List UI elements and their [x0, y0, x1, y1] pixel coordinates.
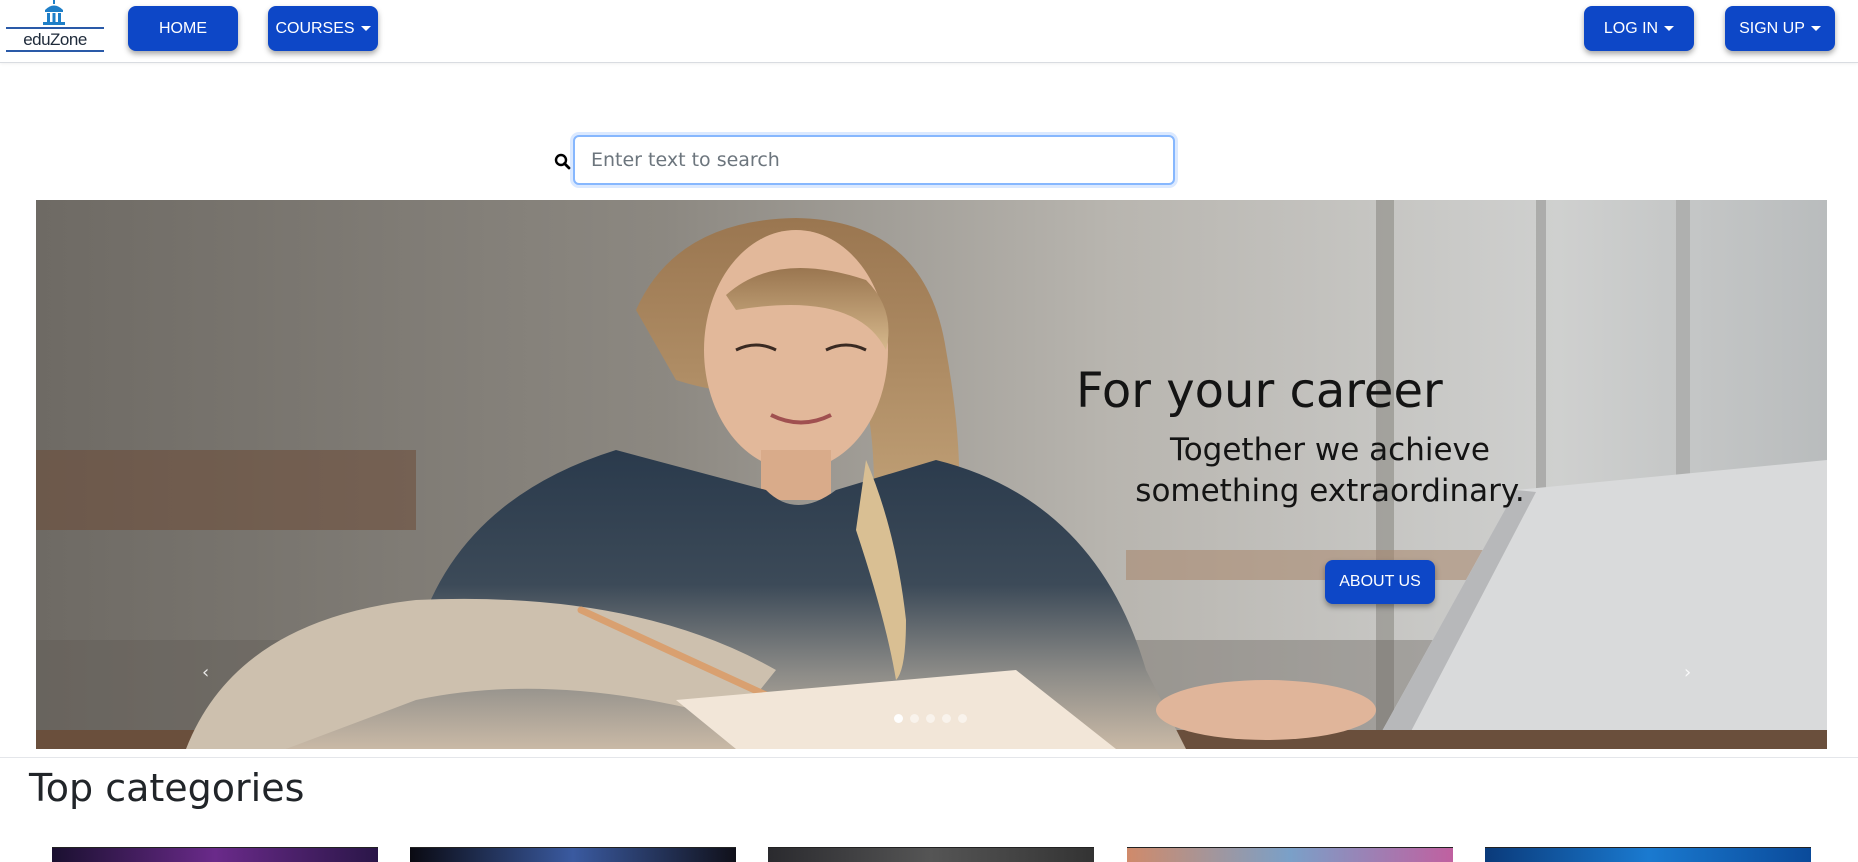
- carousel-indicator[interactable]: [958, 714, 967, 723]
- search-input[interactable]: [573, 135, 1175, 185]
- signup-button-label: SIGN UP: [1739, 19, 1805, 37]
- hero-title: For your career: [1076, 363, 1443, 419]
- hero-subtitle-line1: Together we achieve: [1170, 432, 1490, 468]
- chevron-right-icon: ›: [1684, 662, 1692, 683]
- category-card[interactable]: [410, 847, 736, 862]
- search-icon[interactable]: [553, 152, 573, 172]
- home-button-label: HOME: [159, 19, 207, 37]
- login-button-label: LOG IN: [1603, 19, 1659, 37]
- chevron-left-icon: ‹: [202, 662, 210, 683]
- carousel-prev-control[interactable]: ‹: [202, 662, 209, 683]
- courses-button-label: COURSES: [275, 19, 355, 37]
- carousel-indicator[interactable]: [926, 714, 935, 723]
- brand-name: eduZone: [23, 30, 87, 49]
- logo-rule-top: [6, 27, 104, 29]
- hero-subtitle: Together we achieve something extraordin…: [1090, 430, 1570, 512]
- about-us-button-label: ABOUT US: [1339, 573, 1421, 590]
- section-divider: [0, 757, 1858, 758]
- category-card[interactable]: [52, 847, 378, 862]
- caret-down-icon: [1810, 26, 1821, 31]
- logo-rule-bottom: [6, 50, 104, 52]
- carousel-next-control[interactable]: ›: [1684, 662, 1691, 683]
- login-dropdown-button[interactable]: LOG IN: [1584, 6, 1694, 51]
- brand-logo[interactable]: eduZone: [6, 0, 104, 56]
- search-bar: [553, 135, 1175, 185]
- caret-down-icon: [360, 26, 371, 31]
- courses-dropdown-button[interactable]: COURSES: [268, 6, 378, 51]
- carousel-indicator[interactable]: [910, 714, 919, 723]
- about-us-button[interactable]: ABOUT US: [1325, 560, 1435, 604]
- building-icon: [43, 0, 65, 25]
- carousel-indicator[interactable]: [942, 714, 951, 723]
- home-button[interactable]: HOME: [128, 6, 238, 51]
- category-card[interactable]: [1127, 847, 1453, 862]
- top-categories-heading: Top categories: [29, 766, 305, 810]
- category-card[interactable]: [768, 847, 1094, 862]
- top-navbar: eduZone HOME COURSES LOG IN SIGN UP: [0, 0, 1858, 63]
- hero-subtitle-line2: something extraordinary.: [1135, 473, 1525, 509]
- category-card[interactable]: [1485, 847, 1811, 862]
- signup-dropdown-button[interactable]: SIGN UP: [1725, 6, 1835, 51]
- carousel-indicators: [894, 714, 967, 723]
- carousel-indicator[interactable]: [894, 714, 903, 723]
- caret-down-icon: [1664, 26, 1675, 31]
